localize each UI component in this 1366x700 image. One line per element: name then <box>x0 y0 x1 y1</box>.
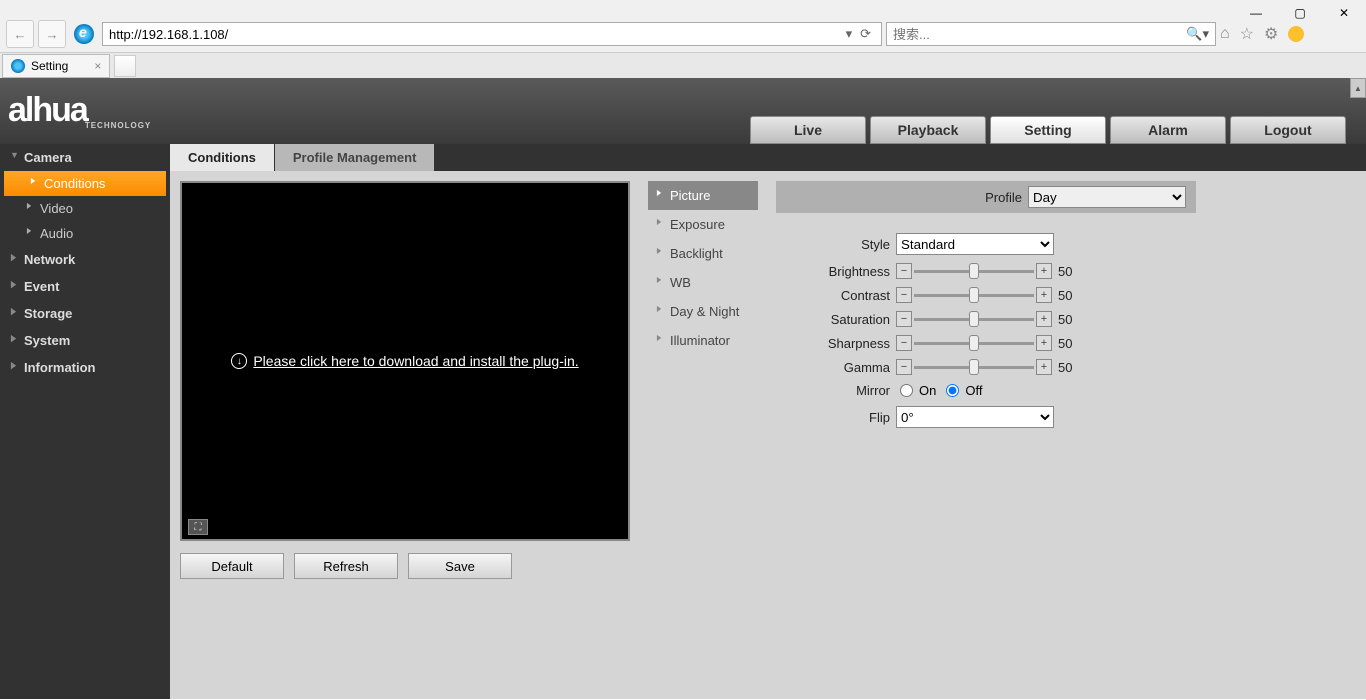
search-icon[interactable]: 🔍▾ <box>1186 26 1209 42</box>
saturation-slider[interactable] <box>914 318 1034 321</box>
video-preview: ↓ Please click here to download and inst… <box>180 181 630 541</box>
feedback-icon[interactable] <box>1288 26 1304 42</box>
sharpness-increase[interactable]: + <box>1036 335 1052 351</box>
brightness-label: Brightness <box>776 264 896 279</box>
gamma-value: 50 <box>1058 360 1072 375</box>
gamma-decrease[interactable]: − <box>896 359 912 375</box>
category-wb[interactable]: WB <box>648 268 758 297</box>
refresh-button[interactable]: Refresh <box>294 553 398 579</box>
plugin-download-link[interactable]: Please click here to download and instal… <box>253 353 578 369</box>
mirror-on-radio[interactable] <box>900 384 913 397</box>
favorites-icon[interactable]: ☆ <box>1240 24 1254 44</box>
sidebar-item-audio[interactable]: Audio <box>0 221 170 246</box>
search-box[interactable]: 🔍▾ <box>886 22 1216 46</box>
save-button[interactable]: Save <box>408 553 512 579</box>
contrast-value: 50 <box>1058 288 1072 303</box>
search-input[interactable] <box>893 27 1186 42</box>
brightness-value: 50 <box>1058 264 1072 279</box>
mirror-off-label: Off <box>965 383 982 398</box>
sidebar-group-information[interactable]: Information <box>0 354 170 381</box>
sidebar-item-conditions[interactable]: Conditions <box>4 171 166 196</box>
home-icon[interactable]: ⌂ <box>1220 25 1230 43</box>
sharpness-value: 50 <box>1058 336 1072 351</box>
sharpness-decrease[interactable]: − <box>896 335 912 351</box>
window-close[interactable]: ✕ <box>1322 0 1366 26</box>
category-day-night[interactable]: Day & Night <box>648 297 758 326</box>
logo-subtext: TECHNOLOGY <box>85 121 151 130</box>
gamma-thumb[interactable] <box>969 359 979 375</box>
browser-tab[interactable]: Setting × <box>2 54 110 78</box>
contrast-label: Contrast <box>776 288 896 303</box>
tab-profile-management[interactable]: Profile Management <box>275 144 435 171</box>
gamma-increase[interactable]: + <box>1036 359 1052 375</box>
download-icon: ↓ <box>231 353 247 369</box>
tab-close-icon[interactable]: × <box>94 59 101 73</box>
url-input[interactable] <box>109 27 846 42</box>
brightness-increase[interactable]: + <box>1036 263 1052 279</box>
sidebar-group-network[interactable]: Network <box>0 246 170 273</box>
contrast-decrease[interactable]: − <box>896 287 912 303</box>
sidebar-item-video[interactable]: Video <box>0 196 170 221</box>
settings-icon[interactable]: ⚙ <box>1264 24 1278 44</box>
tab-title: Setting <box>31 59 68 73</box>
brightness-decrease[interactable]: − <box>896 263 912 279</box>
profile-label: Profile <box>985 190 1022 205</box>
nav-forward[interactable]: → <box>38 20 66 48</box>
nav-live[interactable]: Live <box>750 116 866 144</box>
nav-alarm[interactable]: Alarm <box>1110 116 1226 144</box>
default-button[interactable]: Default <box>180 553 284 579</box>
sidebar-group-storage[interactable]: Storage <box>0 300 170 327</box>
mirror-on-label: On <box>919 383 936 398</box>
refresh-icon[interactable]: ⟳ <box>860 26 871 42</box>
new-tab-button[interactable] <box>114 55 136 77</box>
sharpness-label: Sharpness <box>776 336 896 351</box>
flip-select[interactable]: 0° <box>896 406 1054 428</box>
tab-conditions[interactable]: Conditions <box>170 144 274 171</box>
address-bar[interactable]: ▾ ⟳ <box>102 22 882 46</box>
contrast-slider[interactable] <box>914 294 1034 297</box>
contrast-thumb[interactable] <box>969 287 979 303</box>
mirror-off-radio[interactable] <box>946 384 959 397</box>
sharpness-slider[interactable] <box>914 342 1034 345</box>
flip-label: Flip <box>776 410 896 425</box>
nav-playback[interactable]: Playback <box>870 116 986 144</box>
profile-select[interactable]: Day <box>1028 186 1186 208</box>
category-backlight[interactable]: Backlight <box>648 239 758 268</box>
nav-back[interactable]: ← <box>6 20 34 48</box>
mirror-label: Mirror <box>776 383 896 398</box>
contrast-increase[interactable]: + <box>1036 287 1052 303</box>
category-illuminator[interactable]: Illuminator <box>648 326 758 355</box>
logo-text: alhua <box>8 91 87 130</box>
saturation-label: Saturation <box>776 312 896 327</box>
category-picture[interactable]: Picture <box>648 181 758 210</box>
fullscreen-icon[interactable]: ⛶ <box>188 519 208 535</box>
saturation-thumb[interactable] <box>969 311 979 327</box>
style-label: Style <box>776 237 896 252</box>
nav-setting[interactable]: Setting <box>990 116 1106 144</box>
sharpness-thumb[interactable] <box>969 335 979 351</box>
saturation-increase[interactable]: + <box>1036 311 1052 327</box>
brightness-thumb[interactable] <box>969 263 979 279</box>
brightness-slider[interactable] <box>914 270 1034 273</box>
ie-icon <box>74 24 94 44</box>
style-select[interactable]: Standard <box>896 233 1054 255</box>
dropdown-icon[interactable]: ▾ <box>846 26 853 42</box>
saturation-value: 50 <box>1058 312 1072 327</box>
scroll-up-icon[interactable]: ▲ <box>1350 78 1366 98</box>
category-exposure[interactable]: Exposure <box>648 210 758 239</box>
gamma-slider[interactable] <box>914 366 1034 369</box>
nav-logout[interactable]: Logout <box>1230 116 1346 144</box>
sidebar-group-system[interactable]: System <box>0 327 170 354</box>
sidebar-group-event[interactable]: Event <box>0 273 170 300</box>
sidebar-group-camera[interactable]: Camera <box>0 144 170 171</box>
saturation-decrease[interactable]: − <box>896 311 912 327</box>
gamma-label: Gamma <box>776 360 896 375</box>
brand-logo: alhua TECHNOLOGY <box>8 91 151 130</box>
tab-favicon <box>11 59 25 73</box>
